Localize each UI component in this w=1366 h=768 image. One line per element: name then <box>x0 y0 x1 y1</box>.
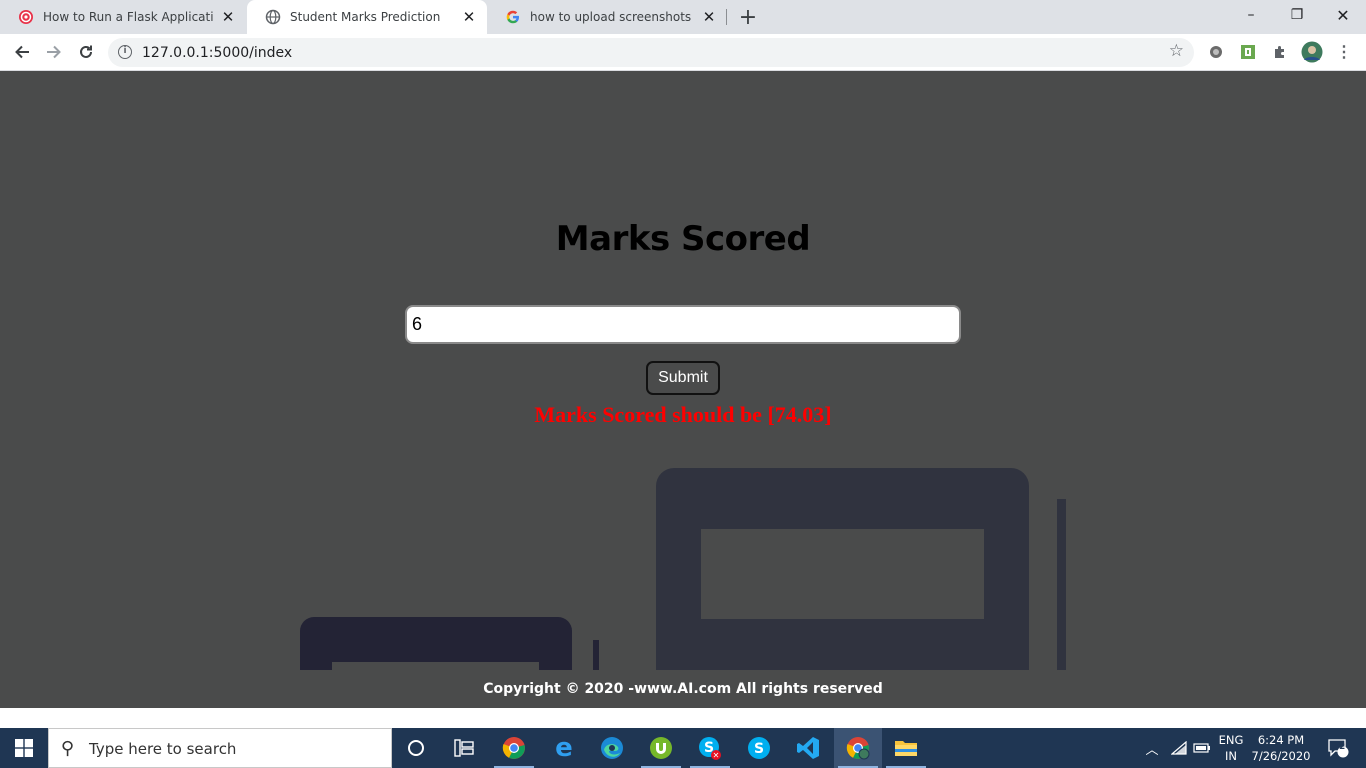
minimize-button[interactable]: – <box>1228 0 1274 30</box>
hours-input[interactable] <box>405 305 961 344</box>
tab-google-search[interactable]: how to upload screenshots on st ✕ <box>487 0 727 34</box>
tab-flask-tutorial[interactable]: How to Run a Flask Application - ✕ <box>0 0 246 34</box>
language-region: IN <box>1225 749 1237 763</box>
action-center-icon <box>1328 739 1349 758</box>
close-tab-icon[interactable]: ✕ <box>701 8 717 26</box>
taskbar-search-box[interactable]: ⚲ Type here to search <box>48 728 392 768</box>
cortana-icon[interactable] <box>392 728 440 768</box>
address-bar[interactable]: i 127.0.0.1:5000/index ☆ <box>108 38 1194 67</box>
new-tab-button[interactable]: + <box>736 5 760 30</box>
close-tab-icon[interactable]: ✕ <box>461 8 477 26</box>
page-bottom-margin <box>0 708 1366 728</box>
skype-icon[interactable]: S <box>735 728 783 768</box>
profile-avatar[interactable] <box>1300 40 1324 64</box>
back-arrow-icon <box>15 45 29 59</box>
restore-button[interactable]: ❐ <box>1274 0 1320 30</box>
show-hidden-icons-chevron-icon[interactable]: ︿ <box>1142 728 1162 768</box>
edge-icon[interactable] <box>588 728 636 768</box>
tab-title: How to Run a Flask Application - <box>43 10 214 24</box>
extensions-puzzle-icon[interactable] <box>1270 42 1290 62</box>
prediction-result: Marks Scored should be [74.03] <box>534 402 832 427</box>
reload-button[interactable] <box>72 38 100 66</box>
page-title: Marks Scored <box>555 219 811 259</box>
reload-icon <box>80 45 92 58</box>
page-footer: Copyright © 2020 -www.AI.com All rights … <box>0 670 1366 708</box>
extension-circle-icon[interactable] <box>1206 42 1226 62</box>
windows-taskbar: ⚲ Type here to search e S ✕ S ︿ ENG IN 6… <box>0 728 1366 768</box>
tab-strip: How to Run a Flask Application - ✕ Stude… <box>0 0 1366 34</box>
back-button[interactable] <box>8 38 36 66</box>
extension-green-icon[interactable] <box>1238 42 1258 62</box>
svg-text:✕: ✕ <box>713 751 720 760</box>
task-view-icon[interactable] <box>440 728 488 768</box>
menu-kebab-icon[interactable]: ⋮ <box>1334 42 1354 62</box>
url-text[interactable]: 127.0.0.1:5000/index <box>142 45 292 61</box>
site-info-icon[interactable]: i <box>118 45 132 59</box>
close-tab-icon[interactable]: ✕ <box>220 8 236 26</box>
edge-legacy-icon[interactable]: e <box>540 728 588 768</box>
close-window-button[interactable]: ✕ <box>1320 0 1366 30</box>
chrome-icon[interactable] <box>490 728 538 768</box>
search-icon: ⚲ <box>61 738 75 759</box>
start-button[interactable] <box>0 728 48 768</box>
search-placeholder: Type here to search <box>89 740 237 758</box>
language-indicator[interactable]: ENG IN <box>1215 732 1247 764</box>
tab-student-marks[interactable]: Student Marks Prediction ✕ <box>247 0 487 34</box>
windows-logo-icon <box>15 739 33 757</box>
skype-error-icon[interactable]: S ✕ <box>686 728 734 768</box>
browser-toolbar: i 127.0.0.1:5000/index ☆ ⋮ <box>0 34 1366 71</box>
forward-button[interactable] <box>40 38 68 66</box>
tab-title: Student Marks Prediction <box>290 10 441 24</box>
svg-text:S: S <box>754 741 764 757</box>
forward-arrow-icon <box>47 45 61 59</box>
flask-site-icon <box>18 9 34 25</box>
page-content: Marks Scored Submit Marks Scored should … <box>0 71 1366 708</box>
clock-date: 7/26/2020 <box>1251 749 1311 763</box>
tab-title: how to upload screenshots on st <box>530 10 695 24</box>
vscode-icon[interactable] <box>784 728 832 768</box>
submit-button[interactable]: Submit <box>646 361 720 395</box>
clock-time: 6:24 PM <box>1257 733 1305 747</box>
google-icon <box>505 9 521 25</box>
file-explorer-icon[interactable] <box>882 728 930 768</box>
tab-separator <box>726 9 727 25</box>
battery-icon[interactable] <box>1191 728 1213 768</box>
clock[interactable]: 6:24 PM 7/26/2020 <box>1250 732 1312 764</box>
notifications-button[interactable]: 2 <box>1318 728 1358 768</box>
globe-icon <box>265 9 281 25</box>
language-code: ENG <box>1218 733 1244 747</box>
utorrent-icon[interactable] <box>637 728 685 768</box>
bookmark-star-icon[interactable]: ☆ <box>1169 41 1184 61</box>
chrome-profile-icon[interactable] <box>834 728 882 768</box>
notification-count: 2 <box>1339 742 1346 752</box>
network-icon[interactable] <box>1168 728 1190 768</box>
